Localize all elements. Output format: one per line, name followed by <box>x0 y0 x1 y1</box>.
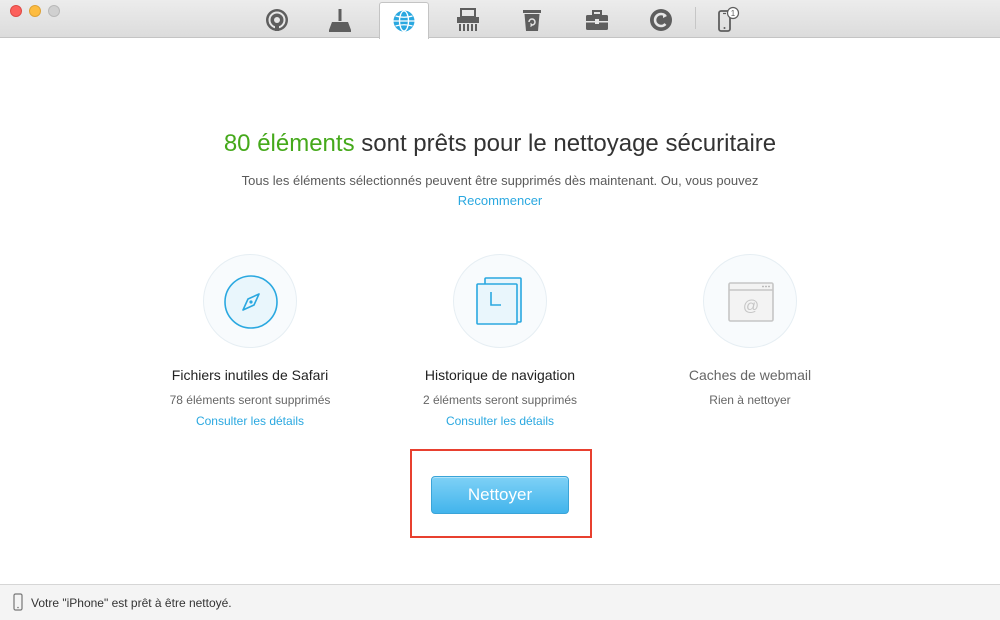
globe-icon <box>393 10 415 32</box>
toolbar-internet-button[interactable] <box>379 2 429 39</box>
toolbar-toolbox-button[interactable] <box>572 2 622 38</box>
iphone-icon: 1 <box>718 6 740 32</box>
view-details-link[interactable]: Consulter les détails <box>150 414 350 428</box>
toolbar-airbackup-button[interactable] <box>252 2 302 38</box>
title-bar: 1 <box>0 0 1000 39</box>
toolbar-trash-button[interactable] <box>507 2 557 38</box>
toolbar-refresh-button[interactable] <box>636 2 686 38</box>
restart-link[interactable]: Recommencer <box>0 193 1000 208</box>
broom-icon <box>329 9 351 32</box>
device-count-badge: 1 <box>731 9 736 18</box>
page-title: 80 éléments sont prêts pour le nettoyage… <box>0 130 1000 158</box>
category-title: Fichiers inutiles de Safari <box>171 367 329 383</box>
category-title: Historique de navigation <box>424 367 576 383</box>
status-bar: Votre "iPhone" est prêt à être nettoyé. <box>0 584 1000 620</box>
history-icon <box>476 277 522 325</box>
zoom-window-button[interactable] <box>48 5 60 17</box>
iphone-status-icon <box>13 593 23 611</box>
trash-icon <box>523 10 541 31</box>
toolbar-clean-button[interactable] <box>315 2 365 38</box>
minimize-window-button[interactable] <box>29 5 41 17</box>
svg-text:@: @ <box>743 298 759 315</box>
shredder-icon <box>457 8 479 31</box>
airbackup-icon <box>266 9 288 31</box>
status-message: Votre "iPhone" est prêt à être nettoyé. <box>31 596 232 610</box>
category-title: Caches de webmail <box>688 367 812 383</box>
category-webmail-caches: @ Caches de webmail Rien à nettoyer <box>650 254 850 407</box>
toolbox-icon <box>586 10 608 30</box>
webmail-icon: @ <box>728 282 774 322</box>
view-details-link[interactable]: Consulter les détails <box>400 414 600 428</box>
items-count: 80 éléments <box>223 130 355 157</box>
category-safari-junk: Fichiers inutiles de Safari 78 éléments … <box>150 254 350 428</box>
toolbar-shredder-button[interactable] <box>443 2 493 38</box>
category-summary: 78 éléments seront supprimés <box>169 393 331 407</box>
category-summary: 2 éléments seront supprimés <box>422 393 578 407</box>
instruction-text: Tous les éléments sélectionnés peuvent ê… <box>241 173 759 188</box>
refresh-icon <box>650 9 672 31</box>
category-icon-circle <box>453 254 547 348</box>
close-window-button[interactable] <box>10 5 22 17</box>
compass-icon <box>224 275 278 329</box>
category-icon-circle <box>203 254 297 348</box>
clean-button[interactable]: Nettoyer <box>431 476 569 514</box>
category-summary: Rien à nettoyer <box>709 393 791 407</box>
toolbar-separator <box>695 7 696 29</box>
title-text: sont prêts pour le nettoyage sécuritaire <box>354 130 777 157</box>
category-browsing-history: Historique de navigation 2 éléments sero… <box>400 254 600 428</box>
toolbar-device-button[interactable]: 1 <box>702 2 752 38</box>
category-icon-circle: @ <box>703 254 797 348</box>
